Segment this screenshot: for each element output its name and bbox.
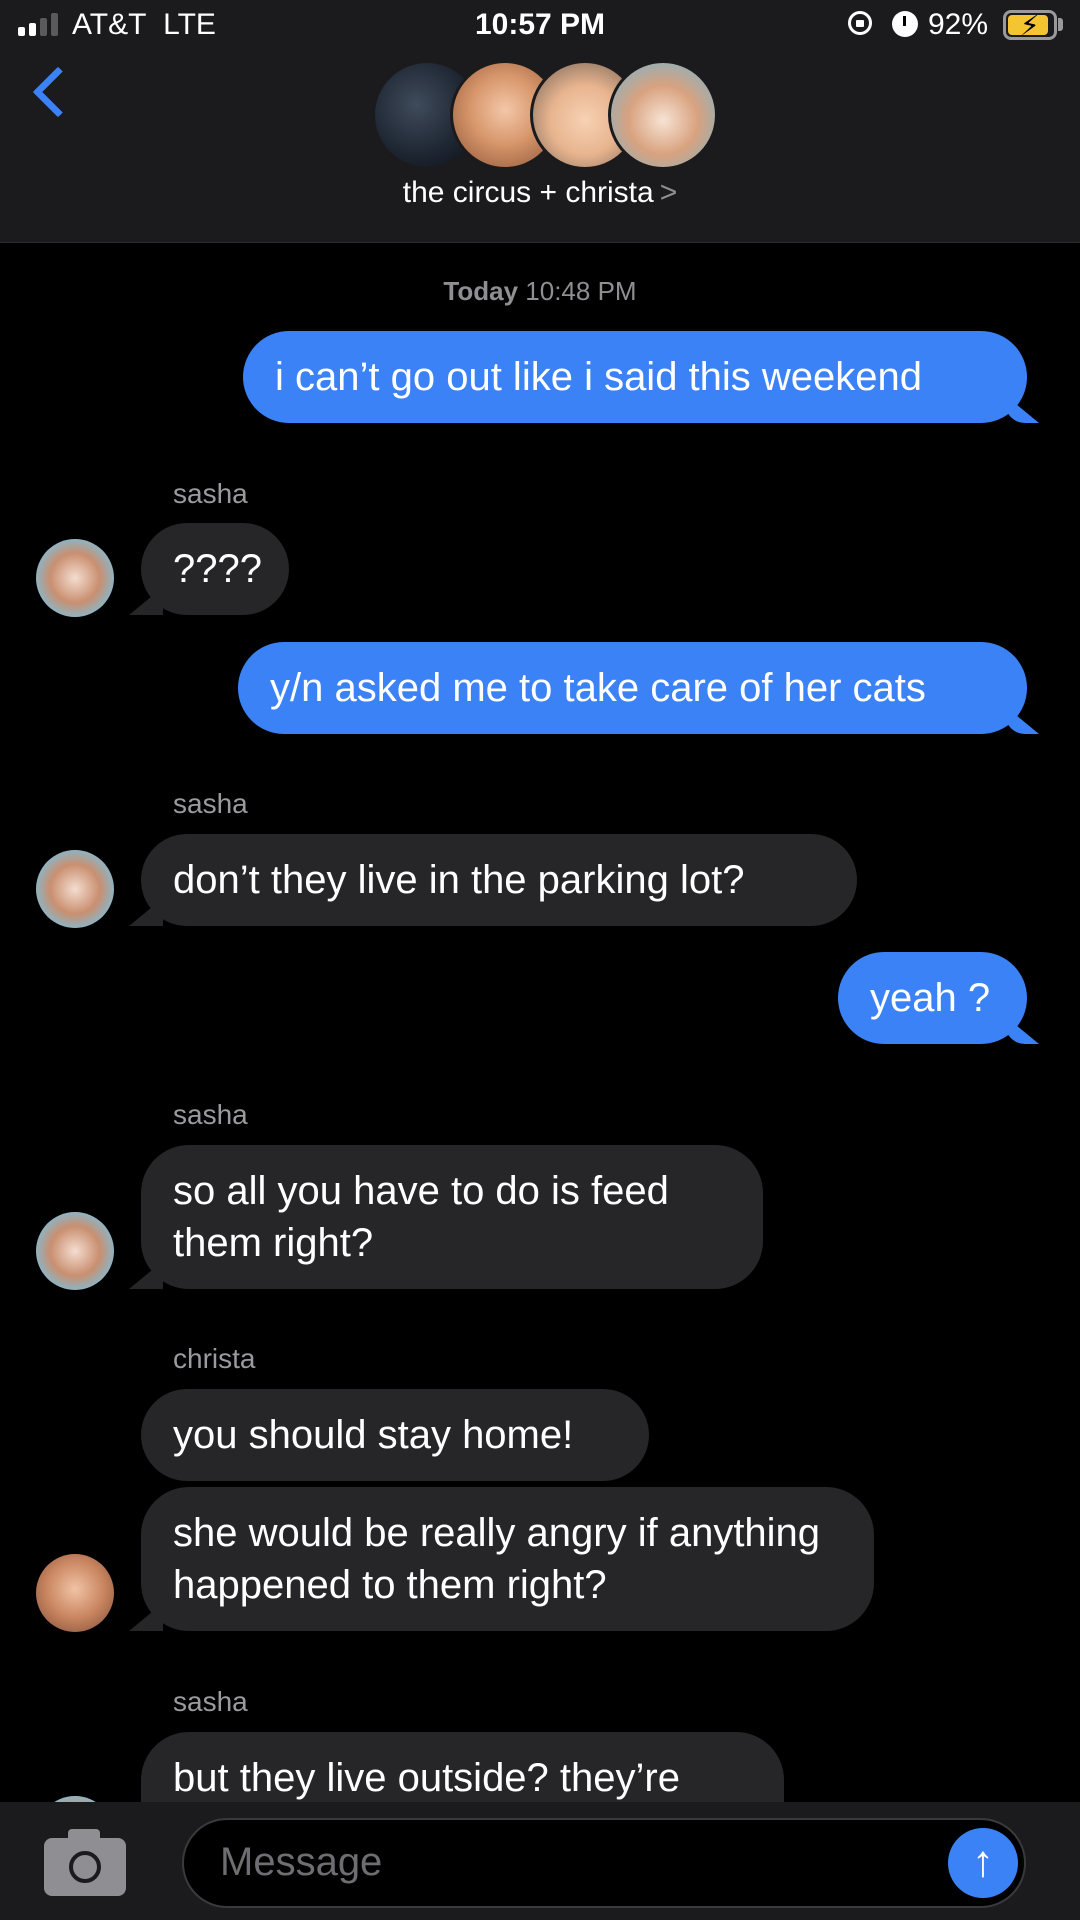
message-placeholder: Message bbox=[220, 1840, 383, 1884]
charging-bolt-icon: ⚡ bbox=[1020, 10, 1040, 41]
avatar bbox=[608, 60, 718, 170]
alarm-icon bbox=[892, 11, 918, 37]
chevron-left-icon[interactable] bbox=[32, 66, 84, 118]
avatar[interactable] bbox=[36, 1554, 114, 1632]
group-avatars[interactable] bbox=[372, 60, 718, 170]
battery-icon: ⚡ bbox=[1003, 10, 1057, 41]
message-bubble-incoming[interactable]: you should stay home! bbox=[141, 1389, 649, 1481]
group-name: the circus + christa bbox=[402, 176, 654, 209]
message-input[interactable]: Message ↑ bbox=[182, 1818, 1026, 1908]
avatar[interactable] bbox=[36, 850, 114, 928]
status-bar: AT&T LTE 10:57 PM 92% ⚡ bbox=[0, 0, 1080, 54]
group-name-button[interactable]: the circus + christa > bbox=[0, 176, 1080, 210]
message-text: so all you have to do is feed them right… bbox=[173, 1169, 669, 1265]
camera-icon[interactable] bbox=[44, 1829, 126, 1896]
message-bubble-outgoing[interactable]: i can’t go out like i said this weekend bbox=[243, 331, 1027, 423]
sender-name: christa bbox=[173, 1343, 256, 1374]
message-bubble-incoming[interactable]: she would be really angry if anything ha… bbox=[141, 1487, 874, 1631]
avatar[interactable] bbox=[36, 539, 114, 617]
message-text: i can’t go out like i said this weekend bbox=[275, 355, 923, 399]
chevron-right-icon: > bbox=[659, 176, 678, 209]
message-text: she would be really angry if anything ha… bbox=[173, 1511, 821, 1607]
sender-name: sasha bbox=[173, 1686, 248, 1717]
rotation-lock-icon bbox=[848, 11, 872, 35]
message-bubble-incoming[interactable]: don’t they live in the parking lot? bbox=[141, 834, 857, 926]
thread-timestamp: Today 10:48 PM bbox=[443, 276, 637, 306]
battery-percent: 92% bbox=[928, 8, 989, 41]
message-bubble-incoming[interactable]: ???? bbox=[141, 523, 289, 615]
clock: 10:57 PM bbox=[474, 8, 606, 41]
message-text: yeah ? bbox=[870, 976, 991, 1020]
battery-cap bbox=[1058, 18, 1063, 31]
message-text: y/n asked me to take care of her cats bbox=[270, 666, 926, 710]
message-text: but they live outside? they’re bbox=[173, 1756, 680, 1800]
message-bubble-outgoing[interactable]: y/n asked me to take care of her cats bbox=[238, 642, 1027, 734]
sender-name: sasha bbox=[173, 788, 248, 819]
message-bubble-incoming[interactable]: so all you have to do is feed them right… bbox=[141, 1145, 763, 1289]
message-bubble-outgoing[interactable]: yeah ? bbox=[838, 952, 1027, 1044]
message-text: don’t they live in the parking lot? bbox=[173, 858, 745, 902]
message-text: you should stay home! bbox=[173, 1413, 574, 1457]
arrow-up-icon[interactable]: ↑ bbox=[948, 1828, 1018, 1898]
sender-name: sasha bbox=[173, 1099, 248, 1130]
composer-bar: Message ↑ bbox=[0, 1802, 1080, 1920]
message-text: ???? bbox=[173, 547, 262, 591]
sender-name: sasha bbox=[173, 478, 248, 509]
avatar[interactable] bbox=[36, 1212, 114, 1290]
